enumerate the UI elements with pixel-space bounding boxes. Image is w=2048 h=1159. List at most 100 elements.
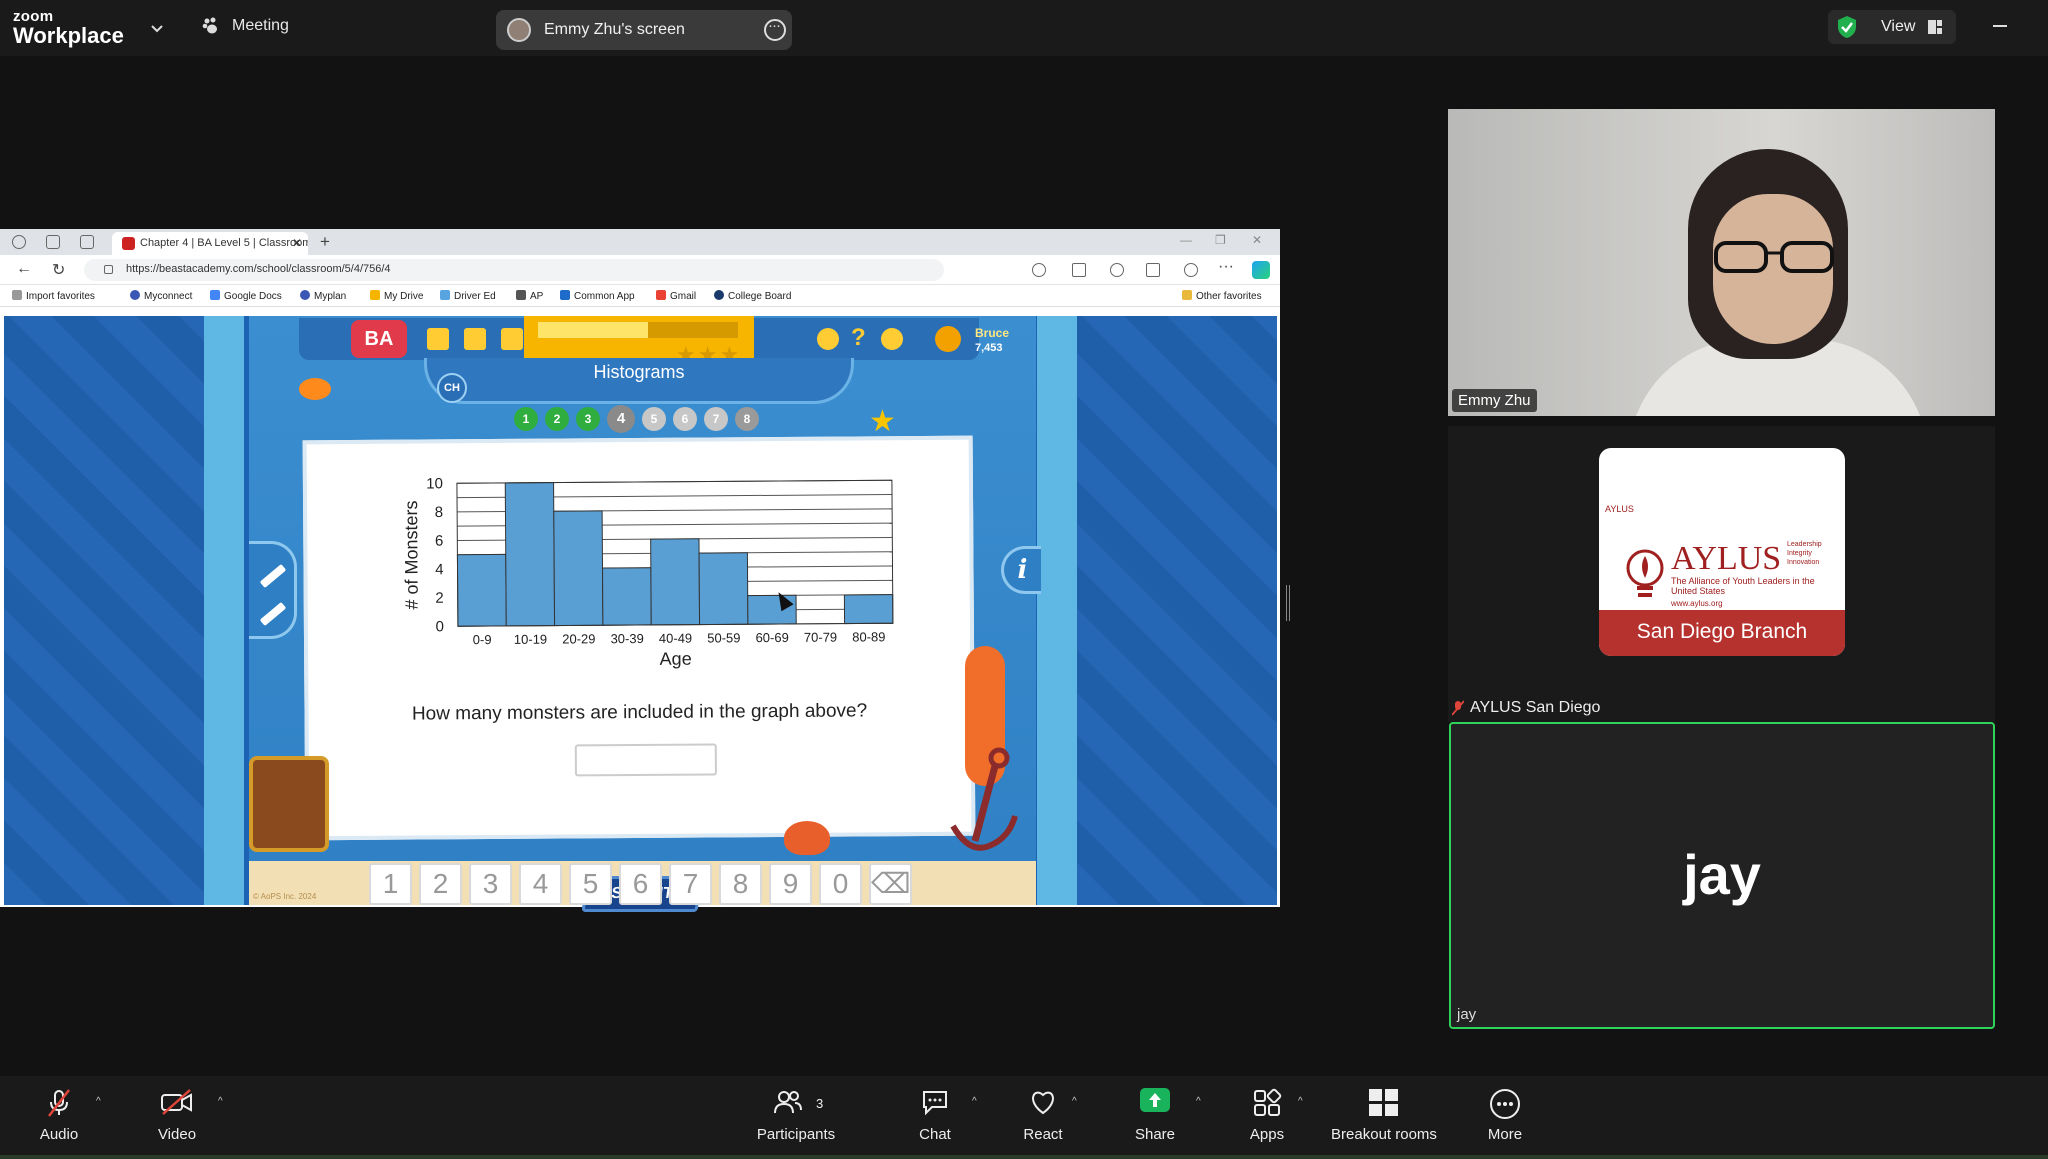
view-label: View <box>1881 18 1916 35</box>
profile-icon[interactable] <box>12 235 26 249</box>
chapter-button[interactable]: CH <box>437 373 467 403</box>
answer-input[interactable] <box>574 743 717 777</box>
numpad-key-7[interactable]: 7 <box>669 863 712 905</box>
new-tab-button[interactable]: + <box>320 232 330 252</box>
numpad-key-9[interactable]: 9 <box>769 863 812 905</box>
video-icon[interactable] <box>501 328 523 350</box>
window-minimize-icon[interactable]: — <box>1180 233 1192 247</box>
chevron-down-icon[interactable] <box>148 19 166 37</box>
starfish-decoration: ★ <box>869 405 896 438</box>
aylus-website: www.aylus.org <box>1671 599 1723 608</box>
minimize-window-button[interactable] <box>1993 25 2007 27</box>
beast-academy-logo[interactable]: BA <box>351 320 407 358</box>
share-button[interactable]: Share <box>1120 1076 1190 1159</box>
numpad-key-4[interactable]: 4 <box>519 863 562 905</box>
apps-button[interactable]: Apps <box>1232 1076 1302 1159</box>
chat-options-caret[interactable]: ^ <box>972 1096 977 1107</box>
url-field[interactable]: https://beastacademy.com/school/classroo… <box>84 259 944 281</box>
screen-share-indicator[interactable]: Emmy Zhu's screen <box>496 10 792 50</box>
problem-dot-2[interactable]: 2 <box>545 407 569 431</box>
favorite-item[interactable]: Google Docs <box>210 290 282 302</box>
numpad-key-1[interactable]: 1 <box>369 863 412 905</box>
tab-actions-icon[interactable] <box>80 235 94 249</box>
problem-dot-7[interactable]: 7 <box>704 407 728 431</box>
other-favorites[interactable]: Other favorites <box>1182 290 1262 302</box>
chat-button[interactable]: Chat <box>900 1076 970 1159</box>
collections-icon[interactable] <box>1146 263 1160 277</box>
problem-dot-5[interactable]: 5 <box>642 407 666 431</box>
react-options-caret[interactable]: ^ <box>1072 1096 1077 1107</box>
home-icon[interactable] <box>427 328 449 350</box>
video-tile-emmy[interactable]: Emmy Zhu <box>1448 109 1995 416</box>
participants-icon <box>774 1091 802 1114</box>
close-tab-icon[interactable]: ✕ <box>292 236 302 250</box>
more-options-icon[interactable] <box>764 17 786 41</box>
status-line <box>0 1155 2048 1159</box>
video-button[interactable]: Video <box>142 1076 212 1159</box>
view-button[interactable]: View <box>1828 10 1956 44</box>
y-tick-label: 10 <box>426 475 443 492</box>
settings-gear-icon[interactable] <box>881 328 903 350</box>
problem-dot-3[interactable]: 3 <box>576 407 600 431</box>
settings-more-icon[interactable]: ··· <box>1218 258 1234 276</box>
problem-dot-1[interactable]: 1 <box>514 407 538 431</box>
favorite-item[interactable]: AP <box>516 290 543 302</box>
book-icon[interactable] <box>464 328 486 350</box>
info-icon[interactable]: i <box>1001 546 1041 594</box>
favorites-icon[interactable] <box>1110 263 1124 277</box>
refresh-icon[interactable]: ↻ <box>52 260 65 280</box>
grid-view-icon <box>1928 20 1942 34</box>
browser-tab[interactable]: Chapter 4 | BA Level 5 | Classroom ✕ <box>112 232 308 255</box>
collections-icon[interactable] <box>46 235 60 249</box>
avatar[interactable] <box>935 326 961 352</box>
numpad-key-0[interactable]: 0 <box>819 863 862 905</box>
favorite-item[interactable]: Myplan <box>300 290 346 302</box>
extensions-icon[interactable] <box>1032 263 1046 277</box>
share-options-caret[interactable]: ^ <box>1196 1096 1201 1107</box>
meeting-button[interactable]: Meeting <box>202 17 289 35</box>
react-button[interactable]: React <box>1008 1076 1078 1159</box>
numpad-key-3[interactable]: 3 <box>469 863 512 905</box>
back-icon[interactable]: ← <box>16 260 32 278</box>
window-close-icon[interactable]: ✕ <box>1252 233 1262 247</box>
bar-20-29 <box>553 510 604 627</box>
numpad-key-5[interactable]: 5 <box>569 863 612 905</box>
window-restore-icon[interactable]: ❐ <box>1215 233 1226 247</box>
resize-handle[interactable] <box>1286 585 1290 621</box>
favorite-item[interactable]: My Drive <box>370 290 423 302</box>
participants-button[interactable]: Participants <box>748 1076 844 1159</box>
numpad-key-8[interactable]: 8 <box>719 863 762 905</box>
favorite-item[interactable]: College Board <box>714 290 791 302</box>
video-options-caret[interactable]: ^ <box>218 1096 223 1107</box>
video-tile-aylus[interactable]: AYLUS AYLUS Leadership Integrity Innovat… <box>1448 426 1995 722</box>
security-shield-icon[interactable] <box>1836 15 1858 39</box>
y-tick-label: 2 <box>435 590 443 607</box>
favorite-item[interactable]: Myconnect <box>130 290 192 302</box>
split-screen-icon[interactable] <box>1072 263 1086 277</box>
favorite-item[interactable]: Common App <box>560 290 635 302</box>
pencil-icon[interactable] <box>259 563 287 589</box>
crab-decoration <box>784 821 830 855</box>
copilot-icon[interactable] <box>1252 261 1270 279</box>
numpad-key-2[interactable]: 2 <box>419 863 462 905</box>
apps-options-caret[interactable]: ^ <box>1298 1096 1303 1107</box>
favorite-item[interactable]: Driver Ed <box>440 290 496 302</box>
audio-options-caret[interactable]: ^ <box>96 1096 101 1107</box>
help-icon[interactable]: ? <box>851 324 873 351</box>
favorite-item[interactable]: Import favorites <box>12 290 95 302</box>
award-icon[interactable] <box>817 328 839 350</box>
video-tile-jay-active-speaker[interactable]: jay jay <box>1449 722 1995 1029</box>
page-title: Histograms <box>593 362 685 382</box>
problem-dot-6[interactable]: 6 <box>673 407 697 431</box>
breakout-rooms-button[interactable]: Breakout rooms <box>1326 1076 1442 1159</box>
numpad-key-6[interactable]: 6 <box>619 863 662 905</box>
browser-essentials-icon[interactable] <box>1184 263 1198 277</box>
problem-dot-8[interactable]: 8 <box>735 407 759 431</box>
favorite-item[interactable]: Gmail <box>656 290 696 302</box>
eraser-icon[interactable] <box>259 601 287 627</box>
backspace-key[interactable]: ⌫ <box>869 863 912 905</box>
participant-name: jay <box>1457 1006 1477 1023</box>
more-button[interactable]: More <box>1470 1076 1540 1159</box>
audio-button[interactable]: Audio <box>24 1076 94 1159</box>
problem-dot-4[interactable]: 4 <box>607 405 635 433</box>
